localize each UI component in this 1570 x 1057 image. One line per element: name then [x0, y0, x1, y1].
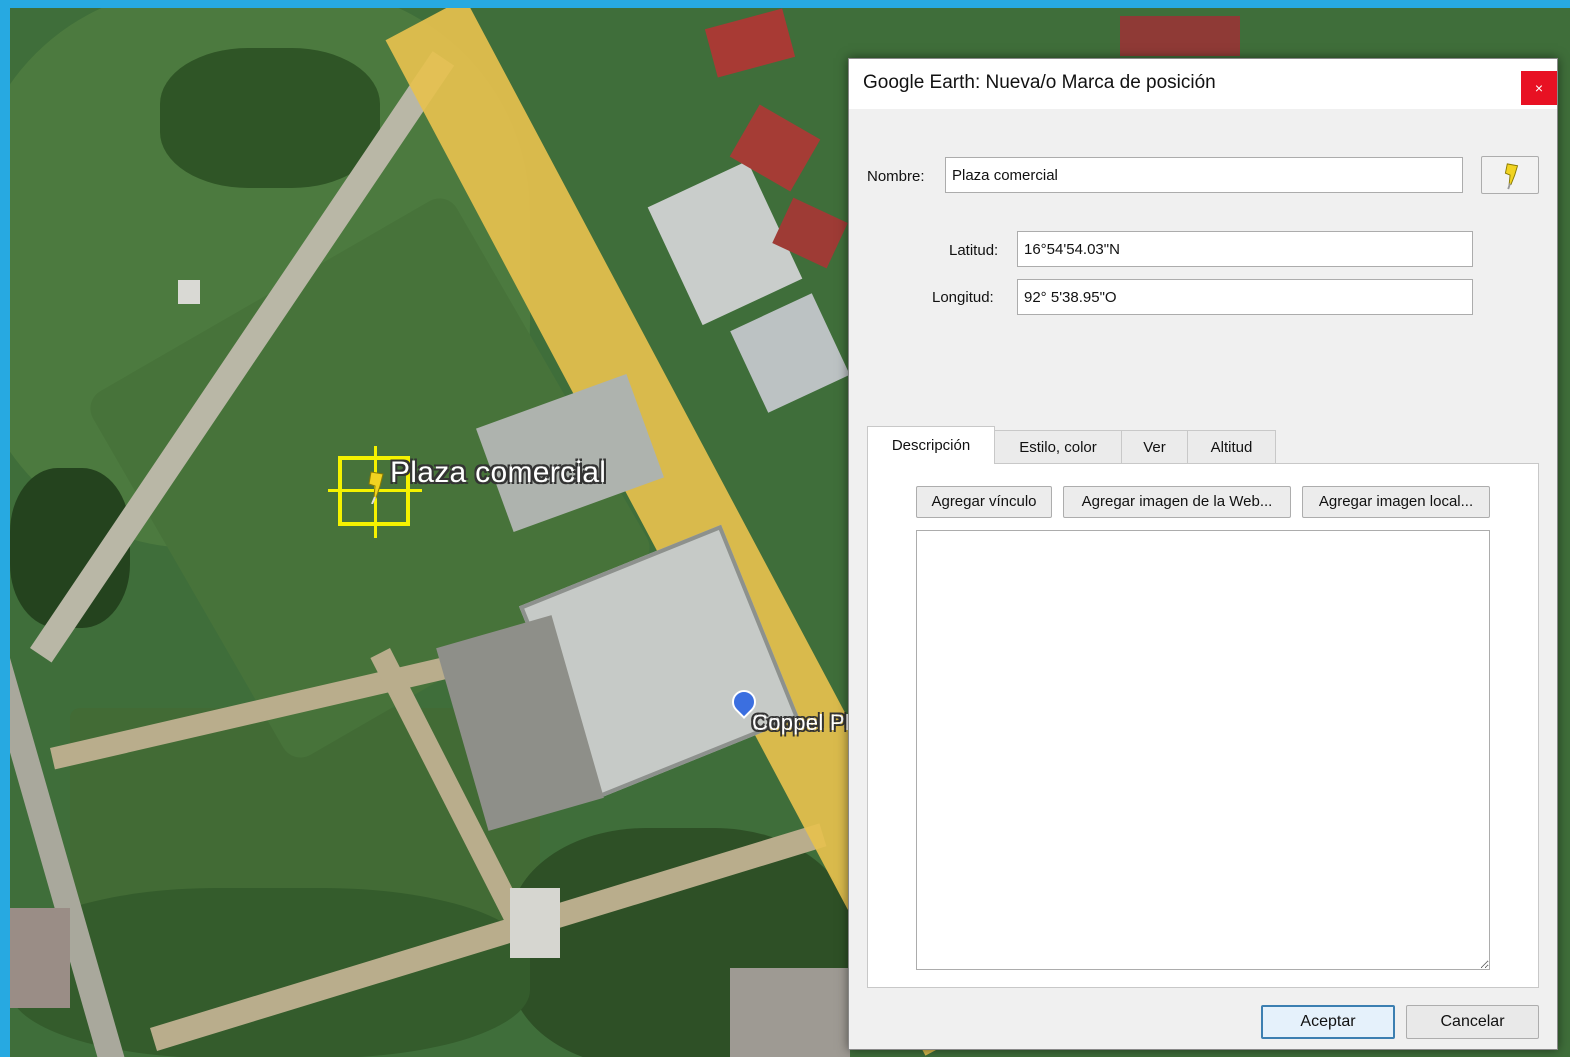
accept-button[interactable]: Aceptar	[1261, 1005, 1395, 1039]
cancel-button[interactable]: Cancelar	[1406, 1005, 1539, 1039]
longitude-label: Longitud:	[932, 289, 994, 306]
placemark-icon-button[interactable]	[1481, 156, 1539, 194]
tab-altitud[interactable]: Altitud	[1187, 430, 1276, 464]
close-button[interactable]: ×	[1521, 71, 1557, 105]
tree-cluster	[160, 48, 380, 188]
add-web-image-button[interactable]: Agregar imagen de la Web...	[1063, 486, 1291, 518]
pushpin-icon[interactable]	[365, 470, 387, 504]
add-link-button[interactable]: Agregar vínculo	[916, 486, 1052, 518]
building	[730, 968, 850, 1057]
name-input[interactable]	[945, 157, 1463, 193]
description-textarea[interactable]	[916, 530, 1490, 970]
dialog-title: Google Earth: Nueva/o Marca de posición	[863, 72, 1216, 93]
dialog-titlebar[interactable]: Google Earth: Nueva/o Marca de posición …	[849, 59, 1557, 109]
latitude-label: Latitud:	[949, 242, 999, 259]
pushpin-icon	[1504, 163, 1519, 190]
description-tab-panel: Agregar vínculo Agregar imagen de la Web…	[867, 463, 1539, 988]
name-label: Nombre:	[867, 168, 925, 185]
tab-ver[interactable]: Ver	[1121, 430, 1188, 464]
shed	[178, 280, 200, 304]
building	[10, 908, 70, 1008]
red-roof	[704, 8, 796, 78]
red-roof	[1120, 16, 1240, 56]
poi-label: Coppel Pl	[752, 710, 851, 735]
tab-estilo-color[interactable]: Estilo, color	[994, 430, 1122, 464]
new-placemark-dialog: Google Earth: Nueva/o Marca de posición …	[848, 58, 1558, 1050]
building	[510, 888, 560, 958]
tab-descripcion[interactable]: Descripción	[867, 426, 995, 464]
screenshot-frame: Plaza comercial Coppel Pl Google Earth: …	[10, 8, 1570, 1057]
building	[730, 293, 850, 413]
placemark-label: Plaza comercial	[390, 456, 607, 489]
add-local-image-button[interactable]: Agregar imagen local...	[1302, 486, 1490, 518]
longitude-input[interactable]	[1017, 279, 1473, 315]
latitude-input[interactable]	[1017, 231, 1473, 267]
